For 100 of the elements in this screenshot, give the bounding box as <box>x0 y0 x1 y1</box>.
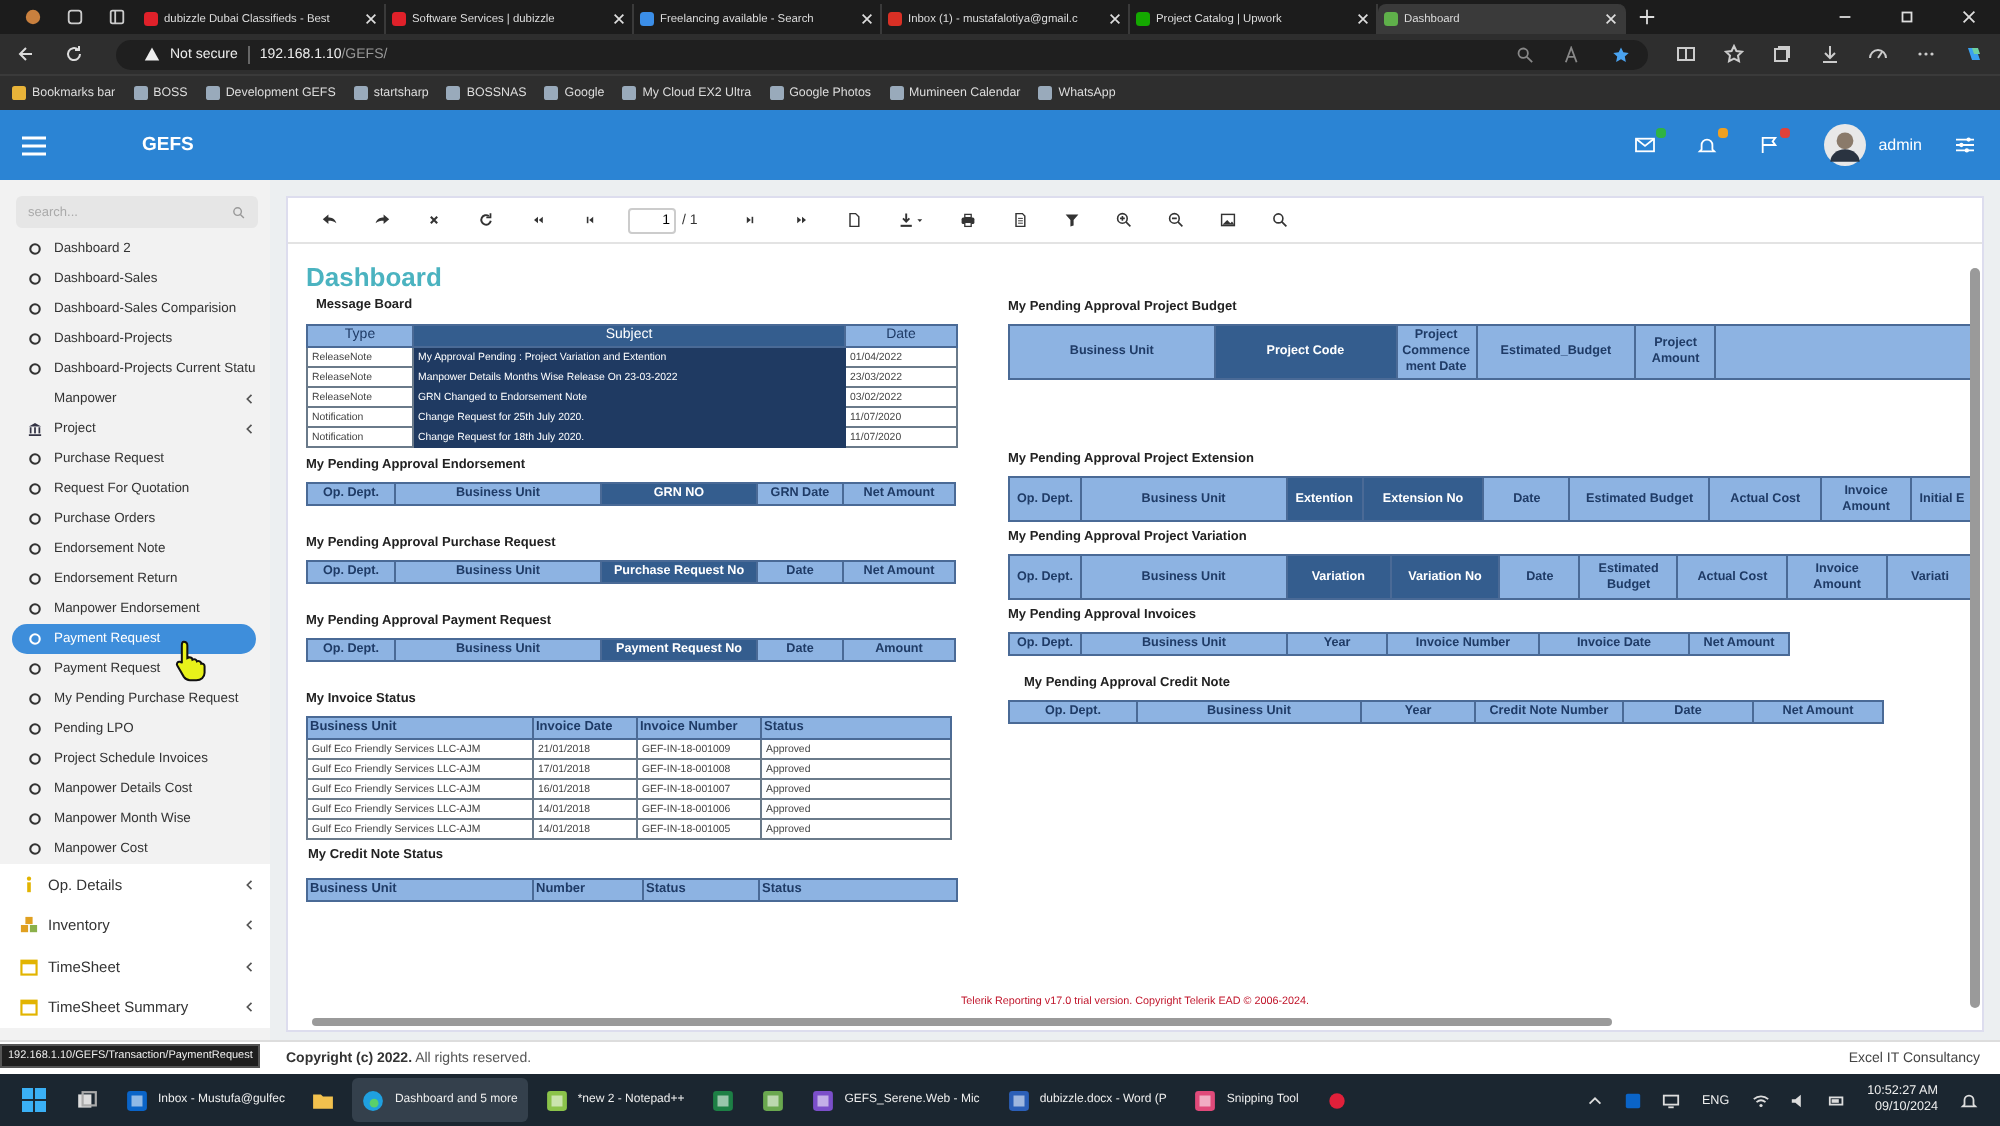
report-title: Dashboard <box>306 264 444 292</box>
last-page-icon[interactable] <box>793 212 810 228</box>
folder-icon <box>312 1089 335 1111</box>
workspaces-icon[interactable] <box>66 8 84 26</box>
star-icon[interactable] <box>1612 45 1630 63</box>
circle-icon <box>28 692 42 706</box>
circle-icon <box>28 242 42 256</box>
windows-start-icon[interactable] <box>22 1088 46 1112</box>
filter-icon[interactable] <box>1063 212 1080 228</box>
circle-icon <box>28 752 42 766</box>
read-aloud-icon[interactable] <box>1564 45 1582 63</box>
zoom-icon[interactable] <box>1516 45 1534 63</box>
pointer-cursor-icon <box>172 638 210 682</box>
circle-icon <box>28 542 42 556</box>
circle-icon <box>28 782 42 796</box>
export-icon[interactable] <box>897 212 924 228</box>
record-icon <box>1326 1089 1349 1111</box>
maximize-icon[interactable] <box>1898 8 1916 26</box>
avatar[interactable] <box>1824 124 1867 166</box>
circle-icon <box>28 482 42 496</box>
collections-icon[interactable] <box>1772 44 1792 64</box>
document-icon[interactable] <box>845 212 862 228</box>
download-icon[interactable] <box>1820 44 1840 64</box>
back-icon[interactable] <box>322 212 338 228</box>
forward-icon[interactable] <box>374 212 390 228</box>
app-icon <box>712 1089 735 1111</box>
app-icon <box>126 1089 148 1111</box>
image-icon[interactable] <box>1219 212 1236 228</box>
notification-bell-icon[interactable] <box>1960 1091 1978 1109</box>
refresh-icon[interactable] <box>478 212 494 228</box>
circle-icon <box>28 662 42 676</box>
bookmark-icon <box>544 86 559 100</box>
outlook-tray-icon[interactable] <box>1623 1091 1642 1109</box>
circle-icon <box>28 842 42 856</box>
caret-icon <box>244 1000 254 1015</box>
app-icon <box>545 1089 568 1111</box>
menu-icon[interactable] <box>22 135 46 155</box>
circle-icon <box>28 722 42 736</box>
battery-icon[interactable] <box>1827 1091 1846 1109</box>
cubes-icon <box>20 916 38 935</box>
caret-icon <box>244 392 254 406</box>
flag-icon[interactable] <box>1758 136 1781 154</box>
bell-icon[interactable] <box>1696 136 1719 154</box>
previous-page-icon[interactable] <box>582 212 598 228</box>
new-tab-icon[interactable] <box>1638 8 1656 26</box>
app-icon <box>812 1089 835 1111</box>
caret-icon <box>244 877 254 892</box>
split-screen-icon[interactable] <box>1676 44 1696 64</box>
calendar-icon <box>20 957 38 976</box>
vertical-scrollbar[interactable] <box>1970 268 1980 1008</box>
circle-icon <box>28 272 42 286</box>
settings-icon[interactable] <box>1954 136 1976 154</box>
circle-icon <box>28 512 42 526</box>
circle-icon <box>28 572 42 586</box>
bookmark-icon <box>889 86 904 100</box>
print-preview-icon[interactable] <box>1011 212 1028 228</box>
print-icon[interactable] <box>959 212 976 228</box>
mail-icon[interactable] <box>1634 136 1657 154</box>
favorites-icon[interactable] <box>1724 44 1744 64</box>
circle-icon <box>28 302 42 316</box>
bookmark-icon <box>205 86 220 100</box>
app-icon <box>762 1089 785 1111</box>
zoom-out-icon[interactable] <box>1167 212 1184 228</box>
caret-icon <box>244 959 254 974</box>
warning-icon <box>144 46 160 62</box>
copilot-icon[interactable] <box>1964 44 1984 64</box>
app-icon <box>1194 1089 1217 1111</box>
user-name[interactable]: admin <box>1878 136 1922 154</box>
bookmark-icon <box>769 86 784 100</box>
bookmark-icon <box>1038 86 1053 100</box>
bookmark-icon <box>133 86 148 100</box>
bookmark-icon <box>622 86 637 100</box>
performance-icon[interactable] <box>1868 44 1888 64</box>
zoom-in-icon[interactable] <box>1115 212 1132 228</box>
bank-icon <box>28 422 42 436</box>
bookmark-icon <box>446 86 461 100</box>
app-icon <box>1007 1089 1030 1111</box>
circle-icon <box>28 602 42 616</box>
tab-actions-icon[interactable] <box>108 8 126 26</box>
next-page-icon[interactable] <box>741 212 758 228</box>
circle-icon <box>28 632 42 646</box>
first-page-icon[interactable] <box>530 212 546 228</box>
bookmark-icon <box>353 86 368 100</box>
monitor-icon[interactable] <box>1661 1091 1680 1109</box>
app-title: GEFS <box>142 134 194 156</box>
search-icon[interactable] <box>1271 212 1288 228</box>
browser-icon <box>362 1089 385 1111</box>
wifi-icon[interactable] <box>1751 1091 1770 1109</box>
calendar-icon <box>20 998 38 1017</box>
circle-icon <box>28 332 42 346</box>
bookmark-icon <box>12 86 26 100</box>
circle-icon <box>28 362 42 376</box>
task-view-icon <box>76 1089 98 1111</box>
circle-icon <box>28 812 42 826</box>
profile-icon[interactable] <box>24 8 42 26</box>
back-icon[interactable] <box>16 44 36 64</box>
circle-icon <box>28 452 42 466</box>
caret-icon <box>244 918 254 933</box>
caret-icon <box>244 422 254 436</box>
close-icon[interactable] <box>426 212 442 228</box>
